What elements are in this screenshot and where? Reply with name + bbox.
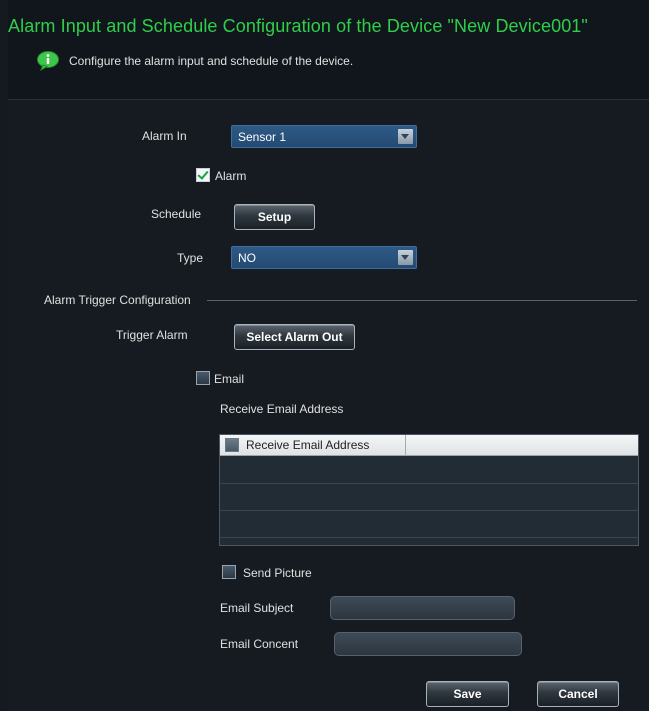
alarm-in-value: Sensor 1 bbox=[238, 130, 287, 144]
email-subject-input[interactable] bbox=[330, 596, 515, 620]
chevron-down-icon[interactable] bbox=[398, 250, 413, 265]
email-address-table[interactable]: Receive Email Address bbox=[219, 434, 639, 546]
save-button[interactable]: Save bbox=[426, 681, 509, 707]
trigger-alarm-label: Trigger Alarm bbox=[116, 328, 188, 342]
table-row-divider bbox=[220, 537, 638, 538]
type-label: Type bbox=[177, 251, 204, 265]
type-select[interactable]: NO bbox=[231, 246, 417, 269]
table-header-label: Receive Email Address bbox=[246, 438, 370, 452]
table-row-divider bbox=[220, 510, 638, 511]
select-alarm-out-button[interactable]: Select Alarm Out bbox=[234, 324, 355, 350]
info-bubble-icon bbox=[37, 51, 59, 71]
page-subtitle: Configure the alarm input and schedule o… bbox=[69, 54, 354, 68]
send-picture-label: Send Picture bbox=[243, 566, 312, 580]
receive-email-heading: Receive Email Address bbox=[220, 402, 344, 416]
email-content-label: Email Concent bbox=[220, 637, 299, 651]
alarm-checkbox-label: Alarm bbox=[215, 169, 247, 183]
section-divider bbox=[207, 300, 637, 301]
config-panel: Alarm In Sensor 1 Alarm Schedule Setup T… bbox=[8, 100, 649, 711]
chevron-down-icon[interactable] bbox=[398, 129, 413, 144]
header: Alarm Input and Schedule Configuration o… bbox=[8, 0, 649, 100]
email-content-input[interactable] bbox=[334, 632, 522, 656]
email-subject-label: Email Subject bbox=[220, 601, 294, 615]
alarm-in-select[interactable]: Sensor 1 bbox=[231, 125, 417, 148]
alarm-config-window: Alarm Input and Schedule Configuration o… bbox=[0, 0, 649, 711]
page-title: Alarm Input and Schedule Configuration o… bbox=[8, 16, 588, 36]
alarm-in-label: Alarm In bbox=[142, 129, 187, 143]
alarm-checkbox[interactable] bbox=[196, 168, 210, 182]
table-header: Receive Email Address bbox=[220, 435, 638, 456]
section-title: Alarm Trigger Configuration bbox=[44, 293, 191, 307]
setup-button[interactable]: Setup bbox=[234, 204, 315, 230]
email-checkbox-label: Email bbox=[214, 372, 245, 386]
select-all-checkbox[interactable] bbox=[225, 438, 239, 452]
type-value: NO bbox=[238, 251, 256, 265]
table-row-divider bbox=[220, 483, 638, 484]
send-picture-checkbox[interactable] bbox=[222, 565, 236, 579]
email-checkbox[interactable] bbox=[196, 371, 210, 385]
schedule-label: Schedule bbox=[151, 207, 202, 221]
table-header-column: Receive Email Address bbox=[220, 435, 406, 456]
cancel-button[interactable]: Cancel bbox=[537, 681, 619, 707]
